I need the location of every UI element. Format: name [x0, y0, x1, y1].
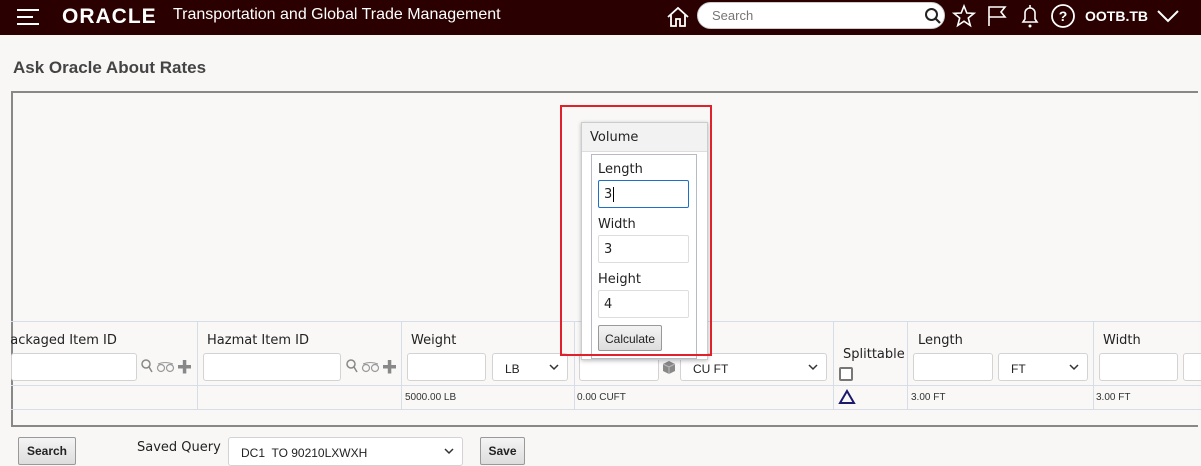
volume-unit-value: CU FT [693, 362, 729, 376]
highlight-box [560, 105, 712, 356]
weight-unit-value: LB [505, 362, 520, 376]
user-name[interactable]: OOTB.TB [1085, 8, 1148, 24]
hazmat-item-label: Hazmat Item ID [207, 333, 309, 348]
app-title: Transportation and Global Trade Manageme… [173, 6, 501, 23]
add-plus-icon[interactable] [383, 360, 396, 374]
length-summary: 3.00 FT [911, 392, 946, 403]
length-unit-select[interactable]: FT [998, 353, 1088, 381]
hazmat-item-actions [346, 359, 396, 374]
splittable-checkbox[interactable] [839, 367, 853, 381]
flag-icon[interactable] [986, 4, 1008, 28]
weight-unit-select[interactable]: LB [492, 353, 568, 381]
length-unit-value: FT [1011, 362, 1026, 376]
packaged-item-label: Packaged Item ID [11, 333, 117, 348]
chevron-down-icon [808, 364, 818, 371]
search-input[interactable] [712, 8, 912, 23]
weight-input[interactable] [407, 353, 486, 381]
weight-label: Weight [411, 333, 457, 348]
user-menu-chevron-icon[interactable] [1156, 8, 1180, 24]
length-input[interactable] [913, 353, 993, 381]
search-icon[interactable] [924, 7, 942, 25]
weight-summary: 5000.00 LB [405, 392, 457, 403]
top-header: ORACLE Transportation and Global Trade M… [0, 0, 1201, 35]
save-button[interactable]: Save [480, 437, 525, 465]
page-title: Ask Oracle About Rates [13, 58, 207, 77]
saved-query-label: Saved Query [137, 440, 221, 455]
width-label: Width [1103, 333, 1141, 348]
help-icon[interactable]: ? [1050, 3, 1076, 29]
splittable-label: Splittable [843, 347, 905, 362]
packaged-item-actions [141, 359, 191, 374]
svg-text:?: ? [1059, 8, 1068, 24]
lookup-search-icon[interactable] [346, 359, 358, 373]
view-glasses-icon[interactable] [156, 362, 175, 373]
volume-calculator-cube-icon[interactable] [662, 360, 676, 375]
home-icon[interactable] [666, 5, 690, 29]
length-label: Length [918, 333, 963, 348]
divider [11, 409, 1201, 410]
width-summary: 3.00 FT [1096, 392, 1131, 403]
splittable-triangle-icon [838, 389, 856, 404]
add-plus-icon[interactable] [178, 360, 191, 374]
packaged-item-input[interactable] [11, 353, 137, 381]
chevron-down-icon [444, 448, 454, 455]
lookup-search-icon[interactable] [141, 359, 153, 373]
packaged-item-header: Packaged Item ID [11, 330, 196, 350]
menu-icon[interactable] [17, 8, 41, 26]
width-unit-select[interactable] [1183, 353, 1201, 381]
volume-summary: 0.00 CUFT [577, 392, 626, 403]
saved-query-value: DC1 TO 90210LXWXH [241, 446, 368, 460]
chevron-down-icon [1069, 364, 1079, 371]
hazmat-item-input[interactable] [203, 353, 341, 381]
width-input[interactable] [1099, 353, 1178, 381]
view-glasses-icon[interactable] [361, 362, 380, 373]
search-button[interactable]: Search [18, 437, 76, 465]
saved-query-select[interactable]: DC1 TO 90210LXWXH [228, 437, 463, 466]
search-box[interactable] [697, 2, 945, 29]
chevron-down-icon [549, 364, 559, 371]
notifications-bell-icon[interactable] [1018, 3, 1042, 29]
favorites-star-icon[interactable] [952, 4, 976, 28]
oracle-logo: ORACLE [62, 5, 157, 28]
